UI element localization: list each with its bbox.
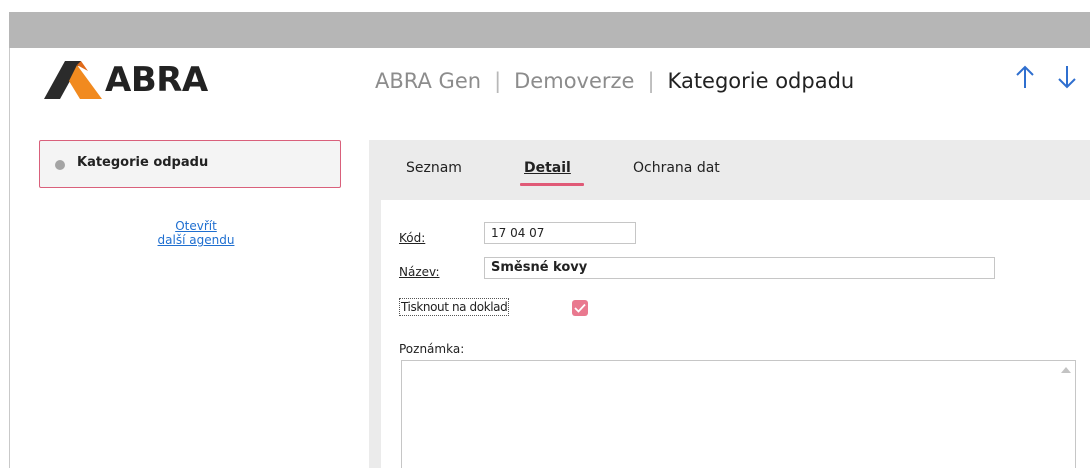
logo-text: ABRA	[105, 60, 208, 100]
note-textarea[interactable]	[401, 360, 1076, 468]
breadcrumb-company[interactable]: Demoverze	[514, 69, 634, 93]
open-link-line1: Otevřít	[175, 219, 217, 233]
agenda-dot-icon	[55, 160, 65, 170]
tab-label: Detail	[524, 160, 571, 176]
nazev-label: Název:	[399, 265, 440, 279]
abra-logo[interactable]: ABRA	[44, 61, 224, 99]
kod-label: Kód:	[399, 231, 426, 245]
nazev-field[interactable]: Směsné kovy	[484, 257, 995, 279]
kod-field[interactable]: 17 04 07	[484, 222, 636, 244]
sidebar: Kategorie odpadu Otevřít další agendu	[10, 112, 360, 468]
breadcrumb: ABRA Gen | Demoverze | Kategorie odpadu	[375, 66, 854, 96]
print-on-document-label[interactable]: Tisknout na doklad	[399, 298, 510, 316]
print-on-document-checkbox[interactable]	[572, 300, 588, 316]
tab-label: Ochrana dat	[633, 160, 720, 176]
sidebar-item-label: Kategorie odpadu	[77, 155, 209, 170]
tab-seznam[interactable]: Seznam	[406, 160, 462, 176]
breadcrumb-current-agenda: Kategorie odpadu	[667, 69, 855, 93]
checkmark-icon	[574, 303, 586, 313]
main-content: Seznam Detail Ochrana dat Kód: 17 04 07 …	[369, 140, 1090, 468]
note-label: Poznámka:	[399, 342, 465, 356]
tab-label: Seznam	[406, 160, 462, 176]
sidebar-item-kategorie-odpadu[interactable]: Kategorie odpadu	[39, 140, 341, 188]
tab-bar: Seznam Detail Ochrana dat	[369, 140, 1090, 190]
tab-detail[interactable]: Detail	[524, 160, 571, 176]
tab-ochrana-dat[interactable]: Ochrana dat	[633, 160, 720, 176]
arrow-up-icon[interactable]	[1014, 64, 1040, 94]
breadcrumb-separator: |	[647, 69, 655, 93]
detail-form: Kód: 17 04 07 Název: Směsné kovy Tisknou…	[381, 200, 1090, 468]
active-tab-indicator	[520, 183, 584, 186]
abra-logo-mark-icon	[44, 61, 102, 99]
open-another-agenda-link[interactable]: Otevřít další agendu	[106, 219, 286, 247]
open-link-line2: další agendu	[157, 233, 235, 247]
breadcrumb-app[interactable]: ABRA Gen	[375, 69, 481, 93]
app-header: ABRA ABRA Gen | Demoverze | Kategorie odpadu	[10, 48, 1090, 112]
arrow-down-icon[interactable]	[1056, 64, 1082, 94]
window-title-bar	[9, 12, 1090, 48]
scroll-up-icon[interactable]	[1060, 366, 1072, 374]
breadcrumb-separator: |	[494, 69, 502, 93]
